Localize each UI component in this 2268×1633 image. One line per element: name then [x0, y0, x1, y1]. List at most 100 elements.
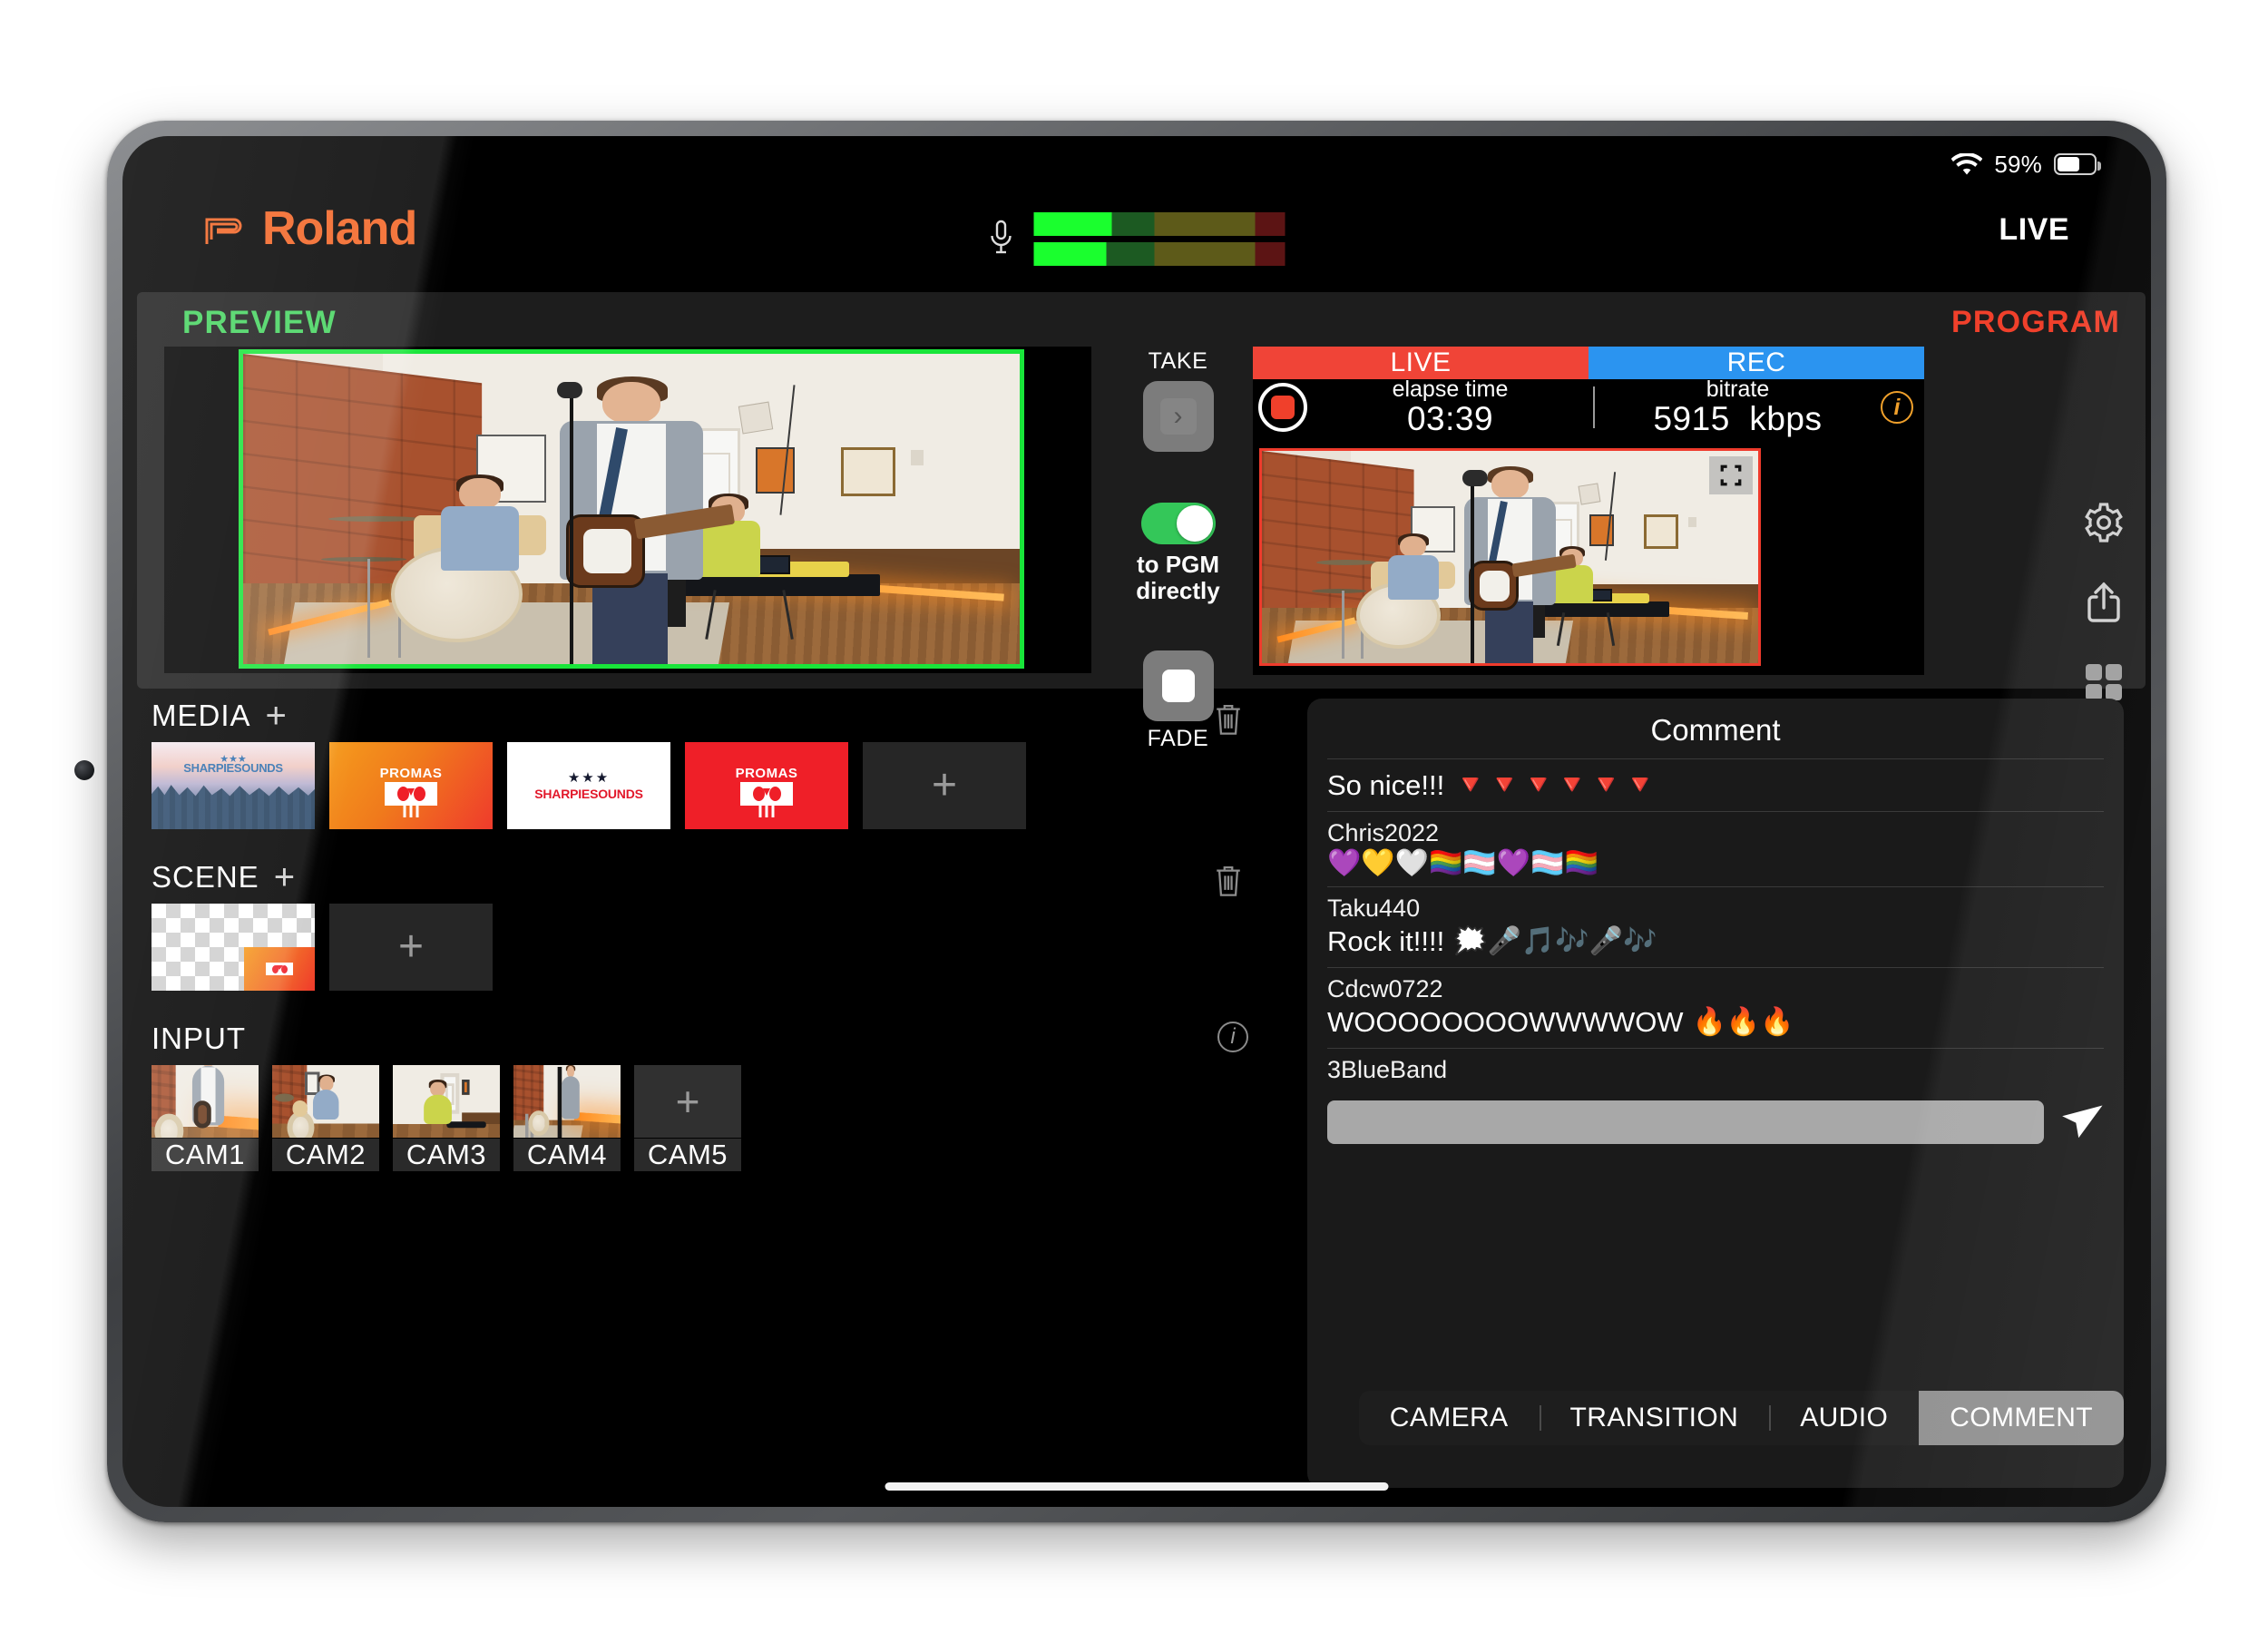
tablet-screen: 59% Roland LIVE PREVIEW PROGRAM TAKE › t…: [122, 136, 2151, 1507]
camera-tile-cam4[interactable]: CAM4: [513, 1065, 621, 1171]
media-title: MEDIA: [152, 699, 251, 732]
skull-logo-icon: [740, 781, 793, 817]
info-circle-icon[interactable]: i: [1217, 1022, 1248, 1052]
meter-bar-right: [1033, 242, 1286, 266]
meter-bars: [1033, 212, 1286, 266]
scene-add-tile[interactable]: +: [329, 904, 493, 991]
tab-audio[interactable]: AUDIO: [1769, 1391, 1919, 1445]
media-add-icon[interactable]: +: [266, 698, 288, 734]
comment-row: 3BlueBand: [1327, 1048, 2104, 1093]
live-tab[interactable]: LIVE: [1253, 347, 1589, 379]
comment-input[interactable]: [1327, 1100, 2044, 1144]
comment-row: Taku440 Rock it!!!! 🗯️🎤🎵🎶🎤🎶: [1327, 886, 2104, 967]
media-item[interactable]: PROMAS: [329, 742, 493, 829]
meter-bar-left: [1033, 212, 1286, 236]
media-item[interactable]: PROMAS: [685, 742, 848, 829]
program-video[interactable]: [1259, 448, 1761, 666]
to-pgm-directly-toggle[interactable]: [1140, 503, 1216, 544]
preview-label: PREVIEW: [182, 305, 337, 340]
comment-emojis: 🔻🔻🔻🔻🔻🔻: [1453, 770, 1657, 800]
media-add-tile[interactable]: +: [863, 742, 1026, 829]
gear-icon[interactable]: [2082, 501, 2126, 544]
scene-section-header: SCENE +: [137, 859, 1353, 895]
media-item[interactable]: ★★★ SHARPIESOUNDS: [507, 742, 670, 829]
camera-label: CAM2: [272, 1139, 379, 1171]
media-item[interactable]: ★★★ SHARPIESOUNDS: [152, 742, 315, 829]
preview-monitor[interactable]: [164, 347, 1091, 673]
take-button[interactable]: ›: [1142, 381, 1214, 452]
scene-thumbnail-row: +: [137, 904, 1353, 991]
tablet-device-frame: 59% Roland LIVE PREVIEW PROGRAM TAKE › t…: [74, 121, 2166, 1522]
bitrate-label: bitrate: [1706, 376, 1770, 403]
rec-tab[interactable]: REC: [1589, 347, 1924, 379]
camera-tile-cam5[interactable]: + CAM5: [634, 1065, 741, 1171]
comment-emojis: 🗯️🎤🎵🎶🎤🎶: [1453, 926, 1657, 956]
media-thumbnail-row: ★★★ SHARPIESOUNDS PROMAS ★★★ SHARPIESOUN…: [137, 742, 1353, 829]
roland-mark-icon: [204, 210, 257, 247]
bitrate-stat: bitrate 5915 kbps: [1595, 377, 1881, 436]
elapse-time-value: 03:39: [1406, 399, 1494, 437]
comment-list[interactable]: So nice!!! 🔻🔻🔻🔻🔻🔻 Chris2022 💜💛🤍🏳️‍🌈🏳️‍⚧️…: [1307, 758, 2124, 1093]
scene-add-icon[interactable]: +: [274, 859, 296, 895]
camera-add-icon[interactable]: +: [634, 1065, 741, 1138]
input-camera-row: CAM1 CAM2 CAM3 CAM4 + CAM5: [137, 1065, 1353, 1171]
comment-row: Chris2022 💜💛🤍🏳️‍🌈🏳️‍⚧️💜🏳️‍⚧️🏳️‍🌈: [1327, 811, 2104, 886]
input-info-wrap: i: [1217, 1022, 1248, 1052]
share-icon[interactable]: [2082, 581, 2126, 624]
scene-trash-icon[interactable]: [1213, 864, 1244, 898]
camera-label: CAM1: [152, 1139, 259, 1171]
toggle-label-line2: directly: [1136, 577, 1220, 605]
chevron-right-icon: ›: [1159, 398, 1197, 435]
battery-icon: [2054, 153, 2101, 175]
comment-emojis: 💜💛🤍🏳️‍🌈🏳️‍⚧️💜🏳️‍⚧️🏳️‍🌈: [1327, 848, 1598, 878]
info-circle-icon[interactable]: i: [1881, 391, 1913, 424]
tab-transition[interactable]: TRANSITION: [1539, 1391, 1770, 1445]
wifi-icon: [1950, 152, 1983, 176]
send-paper-plane-icon[interactable]: [2057, 1099, 2104, 1146]
skull-logo-icon: [385, 781, 437, 817]
camera-tile-cam3[interactable]: CAM3: [393, 1065, 500, 1171]
camera-label: CAM3: [393, 1139, 500, 1171]
program-stats: elapse time 03:39 bitrate 5915 kbps i: [1253, 377, 1924, 436]
grid-icon[interactable]: [2082, 660, 2126, 704]
toggle-label-line1: to PGM: [1137, 551, 1219, 578]
bitrate-unit: kbps: [1749, 399, 1823, 437]
comment-input-row: [1307, 1093, 2124, 1146]
stop-square-icon: [1161, 670, 1195, 703]
comment-panel-title: Comment: [1650, 713, 1781, 747]
comment-row: Cdcw0722 WOOOOOOOOWWWWOW 🔥🔥🔥: [1327, 967, 2104, 1048]
scene-item[interactable]: [152, 904, 315, 991]
app-header: Roland LIVE: [122, 192, 2151, 292]
transition-controls: TAKE › to PGM directly FADE: [1112, 348, 1244, 751]
program-monitor: LIVE REC elapse time 03:39 bitrate 5915 …: [1253, 347, 1924, 675]
scene-title: SCENE: [152, 860, 259, 894]
microphone-icon: [989, 219, 1014, 259]
camera-label: CAM4: [513, 1139, 621, 1171]
program-label: PROGRAM: [1951, 305, 2120, 339]
elapse-time-label: elapse time: [1392, 376, 1509, 403]
camera-tile-cam2[interactable]: CAM2: [272, 1065, 379, 1171]
tab-comment[interactable]: COMMENT: [1919, 1391, 2124, 1445]
media-item-caption: PROMAS: [735, 765, 798, 781]
comment-row: So nice!!! 🔻🔻🔻🔻🔻🔻: [1327, 758, 2104, 811]
elapse-time-stat: elapse time 03:39: [1307, 377, 1593, 436]
media-item-stars: ★★★: [567, 770, 611, 786]
comment-user: Chris2022: [1327, 819, 1440, 846]
preview-video[interactable]: [239, 349, 1024, 669]
ios-status-bar: 59%: [122, 136, 2151, 192]
switcher-workspace: PREVIEW PROGRAM TAKE › to PGM directly F…: [137, 292, 2146, 751]
bottom-tab-bar: CAMERA TRANSITION AUDIO COMMENT: [1358, 1391, 2124, 1445]
program-side-tools: [2082, 501, 2126, 704]
audio-level-meter: [989, 212, 1286, 266]
input-section-header: INPUT: [137, 1022, 1353, 1056]
home-indicator[interactable]: [885, 1482, 1389, 1491]
comment-user: Cdcw0722: [1327, 975, 1443, 1002]
record-button-icon[interactable]: [1258, 383, 1307, 432]
fullscreen-expand-icon[interactable]: [1709, 456, 1753, 494]
media-trash-icon[interactable]: [1213, 702, 1244, 737]
camera-tile-cam1[interactable]: CAM1: [152, 1065, 259, 1171]
roland-logo: Roland: [204, 205, 417, 252]
media-item-caption: SHARPIESOUNDS: [183, 761, 283, 776]
tab-camera[interactable]: CAMERA: [1359, 1391, 1540, 1445]
input-title: INPUT: [152, 1022, 246, 1055]
